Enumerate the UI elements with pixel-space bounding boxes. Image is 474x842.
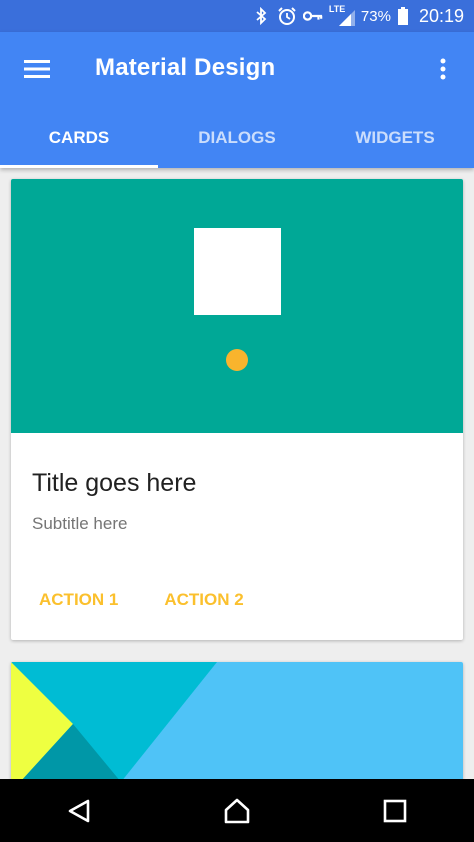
app-bar: Material Design CARDS DIALOGS WIDGETS	[0, 32, 474, 168]
app-title: Material Design	[95, 54, 276, 81]
media-dot-shape	[226, 349, 248, 371]
alarm-icon	[277, 6, 297, 26]
signal-icon: LTE	[329, 4, 355, 26]
card: Title goes here Subtitle here ACTION 1 A…	[11, 179, 463, 640]
home-button[interactable]	[207, 786, 267, 836]
media-square-shape	[194, 228, 281, 315]
tab-widgets[interactable]: WIDGETS	[316, 104, 474, 168]
battery-icon	[397, 6, 409, 26]
more-vert-icon	[440, 58, 446, 80]
back-icon	[68, 799, 90, 822]
tab-dialogs[interactable]: DIALOGS	[158, 104, 316, 168]
recents-icon	[383, 799, 407, 822]
card-subtitle: Subtitle here	[32, 514, 128, 533]
battery-percent: 73%	[360, 7, 391, 25]
more-options-button[interactable]	[426, 52, 460, 86]
bluetooth-icon	[251, 6, 271, 26]
menu-button[interactable]	[20, 52, 54, 86]
status-bar: LTE 73% 20:19	[0, 0, 474, 32]
back-button[interactable]	[49, 786, 109, 836]
recents-button[interactable]	[365, 786, 425, 836]
vpn-key-icon	[302, 6, 323, 26]
menu-icon	[24, 60, 50, 78]
home-icon	[224, 798, 250, 823]
tab-cards[interactable]: CARDS	[0, 104, 158, 168]
tab-bar: CARDS DIALOGS WIDGETS	[0, 104, 474, 168]
action-1-button[interactable]: ACTION 1	[27, 584, 130, 616]
navigation-bar	[0, 779, 474, 842]
clock: 20:19	[418, 5, 464, 26]
action-2-button[interactable]: ACTION 2	[152, 584, 255, 616]
card-actions: ACTION 1 ACTION 2	[27, 584, 256, 616]
card-media	[11, 179, 463, 433]
card-title: Title goes here	[32, 469, 197, 497]
